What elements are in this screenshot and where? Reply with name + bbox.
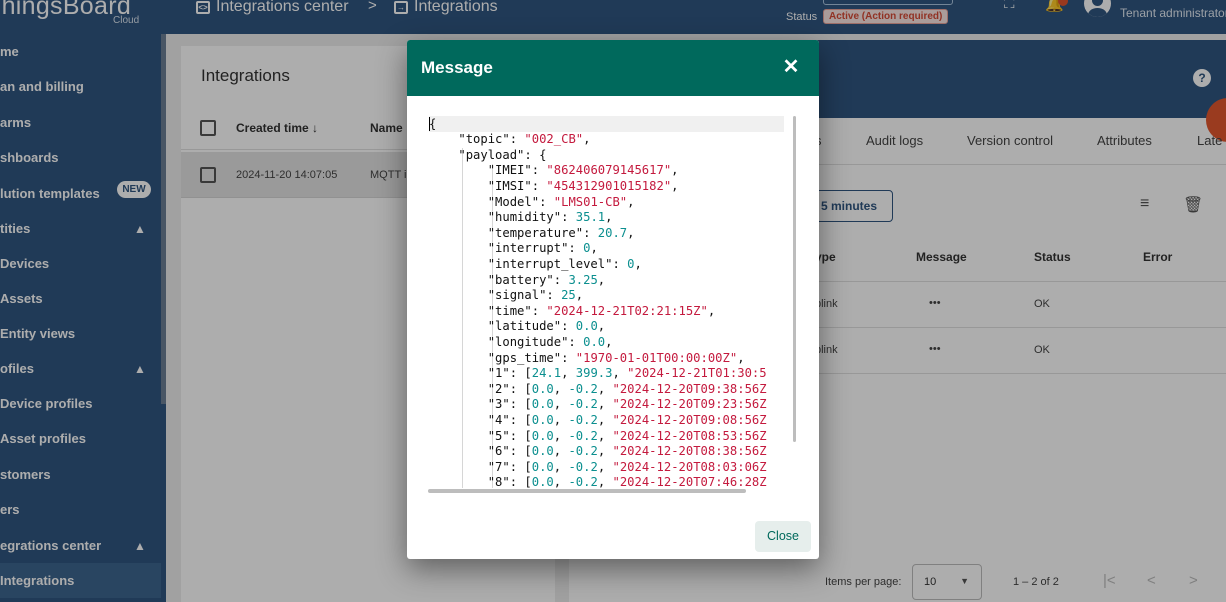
code-line: "3": [0.0, -0.2, "2024-12-20T09:23:56Z [487, 397, 767, 412]
code-line: "humidity": 35.1, [487, 210, 613, 225]
json-viewer[interactable]: { "topic": "002_CB", "payload": { "IMEI"… [429, 116, 784, 492]
code-line: "IMEI": "862406079145617", [487, 163, 679, 178]
code-line: "latitude": 0.0, [487, 319, 606, 334]
code-line: { [429, 116, 437, 131]
code-line: "4": [0.0, -0.2, "2024-12-20T09:08:56Z [487, 412, 767, 427]
horizontal-scrollbar[interactable] [428, 489, 746, 493]
code-line: "signal": 25, [487, 288, 584, 303]
code-line: "Model": "LMS01-CB", [487, 194, 635, 209]
code-line: "temperature": 20.7, [487, 225, 635, 240]
code-line: "6": [0.0, -0.2, "2024-12-20T08:38:56Z [487, 444, 767, 459]
code-line: "battery": 3.25, [487, 272, 606, 287]
code-line: "7": [0.0, -0.2, "2024-12-20T08:03:06Z [487, 459, 767, 474]
code-line: "IMSI": "454312901015182", [487, 178, 679, 193]
code-line: "interrupt_level": 0, [487, 256, 642, 271]
code-line: "interrupt": 0, [487, 241, 598, 256]
code-line: "topic": "002_CB", [458, 132, 591, 147]
code-line: "1": [24.1, 399.3, "2024-12-21T01:30:5 [487, 366, 767, 381]
vertical-scrollbar[interactable] [793, 116, 796, 442]
dialog-title: Message [421, 58, 493, 77]
message-dialog: Message ✕ { "topic": "002_CB", "payload"… [407, 40, 819, 559]
close-icon[interactable]: ✕ [779, 56, 803, 80]
code-line: "payload": { [458, 147, 547, 162]
code-line: "time": "2024-12-21T02:21:15Z", [487, 303, 716, 318]
code-line: "longitude": 0.0, [487, 334, 613, 349]
active-line-highlight [429, 116, 784, 132]
code-line: "2": [0.0, -0.2, "2024-12-20T09:38:56Z [487, 381, 767, 396]
close-button[interactable]: Close [755, 521, 811, 552]
code-line: "5": [0.0, -0.2, "2024-12-20T08:53:56Z [487, 428, 767, 443]
code-line: "gps_time": "1970-01-01T00:00:00Z", [487, 350, 745, 365]
